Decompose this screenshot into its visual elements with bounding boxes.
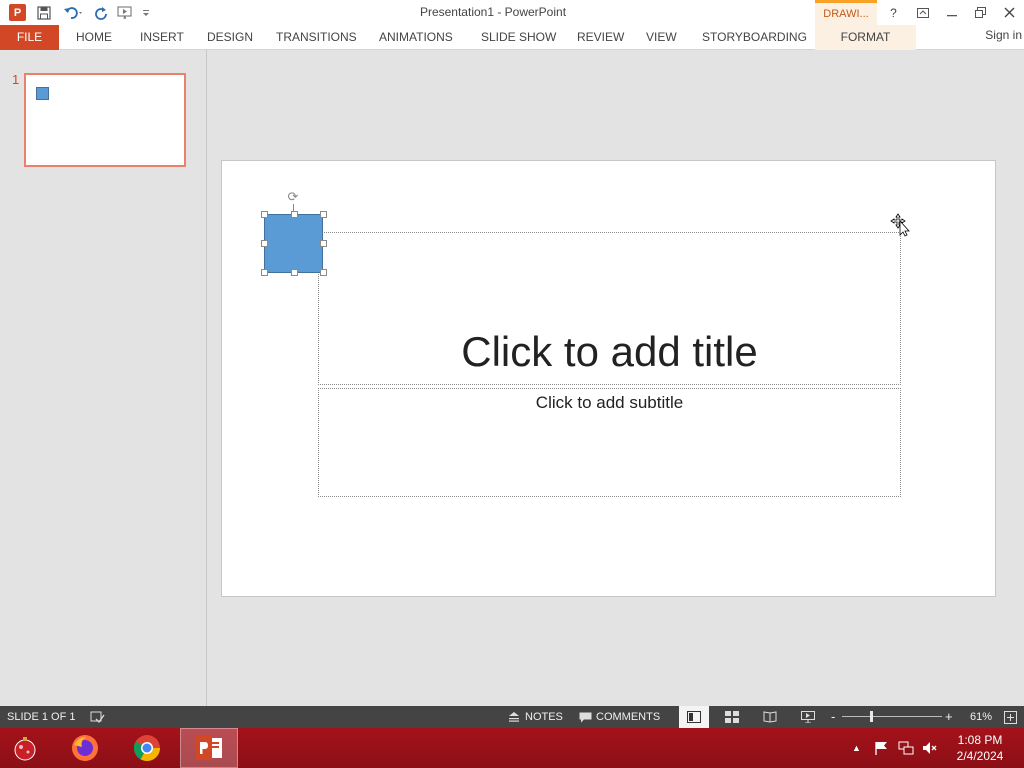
spell-check-icon[interactable] bbox=[90, 706, 105, 728]
subtitle-placeholder[interactable]: Click to add subtitle bbox=[318, 388, 901, 497]
restore-icon[interactable] bbox=[966, 0, 995, 25]
thumbnail-shape bbox=[36, 87, 49, 100]
system-tray: ▲ bbox=[852, 728, 938, 768]
comments-label: COMMENTS bbox=[596, 711, 661, 723]
zoom-in-button[interactable]: + bbox=[945, 706, 953, 728]
tab-slide-show[interactable]: SLIDE SHOW bbox=[481, 25, 556, 50]
clock-time: 1:08 PM bbox=[957, 733, 1003, 747]
tab-format[interactable]: FORMAT bbox=[815, 25, 916, 50]
subtitle-placeholder-text: Click to add subtitle bbox=[535, 393, 684, 412]
resize-handle-top-left[interactable] bbox=[261, 211, 268, 218]
network-icon[interactable] bbox=[898, 741, 914, 755]
clock-date: 2/4/2024 bbox=[956, 749, 1004, 763]
move-cursor-icon bbox=[890, 213, 910, 237]
taskbar-clock[interactable]: 1:08 PM 2/4/2024 bbox=[950, 732, 1010, 764]
action-center-flag-icon[interactable] bbox=[874, 741, 890, 755]
tab-home[interactable]: HOME bbox=[76, 25, 112, 50]
status-bar: SLIDE 1 OF 1 NOTES COMMENTS - + 61% bbox=[0, 706, 1024, 728]
resize-handle-top-right[interactable] bbox=[320, 211, 327, 218]
notes-label: NOTES bbox=[525, 711, 563, 723]
resize-handle-bottom-left[interactable] bbox=[261, 269, 268, 276]
ribbon-display-options-icon[interactable] bbox=[908, 0, 937, 25]
zoom-out-button[interactable]: - bbox=[831, 706, 835, 728]
tab-view[interactable]: VIEW bbox=[646, 25, 677, 50]
tab-storyboarding[interactable]: STORYBOARDING bbox=[702, 25, 807, 50]
slide-editor-canvas[interactable]: Click to add title Click to add subtitle… bbox=[208, 50, 1024, 706]
tab-design[interactable]: DESIGN bbox=[207, 25, 253, 50]
slide[interactable]: Click to add title Click to add subtitle… bbox=[221, 160, 996, 597]
ribbon-tab-bar: FILE HOME INSERT DESIGN TRANSITIONS ANIM… bbox=[0, 25, 1024, 50]
resize-handle-right[interactable] bbox=[320, 240, 327, 247]
drawing-tools-label: DRAWI... bbox=[815, 0, 877, 25]
volume-muted-icon[interactable] bbox=[922, 741, 938, 755]
minimize-icon[interactable] bbox=[937, 0, 966, 25]
slide-count[interactable]: SLIDE 1 OF 1 bbox=[7, 706, 75, 728]
tab-review[interactable]: REVIEW bbox=[577, 25, 624, 50]
close-icon[interactable] bbox=[995, 0, 1024, 25]
notes-icon bbox=[509, 712, 519, 722]
firefox-icon[interactable] bbox=[64, 728, 106, 768]
tab-insert[interactable]: INSERT bbox=[140, 25, 184, 50]
tab-transitions[interactable]: TRANSITIONS bbox=[276, 25, 357, 50]
slide-show-icon[interactable] bbox=[798, 706, 818, 728]
slide-sorter-icon[interactable] bbox=[722, 706, 742, 728]
powerpoint-taskbar-icon[interactable] bbox=[180, 728, 238, 768]
zoom-slider-thumb[interactable] bbox=[870, 711, 873, 722]
window-controls: ? bbox=[879, 0, 1024, 25]
slide-thumbnail-1[interactable] bbox=[24, 73, 186, 167]
title-placeholder-text: Click to add title bbox=[461, 328, 758, 375]
help-button[interactable]: ? bbox=[879, 0, 908, 25]
comments-button[interactable]: COMMENTS bbox=[579, 706, 660, 728]
windows-taskbar: ▲ 1:08 PM 2/4/2024 bbox=[0, 728, 1024, 768]
zoom-level[interactable]: 61% bbox=[970, 706, 992, 728]
tab-animations[interactable]: ANIMATIONS bbox=[379, 25, 453, 50]
sign-in-link[interactable]: Sign in bbox=[985, 25, 1022, 45]
title-placeholder[interactable]: Click to add title bbox=[318, 232, 901, 385]
title-bar: P Presentation1 - PowerPoint DRAWI... ? bbox=[0, 0, 1024, 25]
comments-icon bbox=[579, 712, 592, 722]
notes-button[interactable]: NOTES bbox=[508, 706, 563, 728]
zoom-slider-track[interactable] bbox=[842, 716, 942, 717]
slide-thumbnail-number: 1 bbox=[12, 72, 20, 87]
resize-handle-left[interactable] bbox=[261, 240, 268, 247]
rectangle-shape[interactable] bbox=[264, 214, 323, 273]
resize-handle-bottom-right[interactable] bbox=[320, 269, 327, 276]
tab-file[interactable]: FILE bbox=[0, 25, 59, 50]
resize-handle-top[interactable] bbox=[291, 211, 298, 218]
resize-handle-bottom[interactable] bbox=[291, 269, 298, 276]
slide-thumbnail-pane: 1 bbox=[0, 50, 207, 706]
show-hidden-icons-icon[interactable]: ▲ bbox=[852, 743, 864, 753]
normal-view-icon[interactable] bbox=[679, 706, 709, 728]
start-button-icon[interactable] bbox=[4, 728, 46, 768]
chrome-icon[interactable] bbox=[126, 728, 168, 768]
reading-view-icon[interactable] bbox=[760, 706, 780, 728]
rotate-handle-icon[interactable]: ⟳ bbox=[286, 190, 300, 204]
fit-to-window-icon[interactable] bbox=[1004, 706, 1017, 728]
